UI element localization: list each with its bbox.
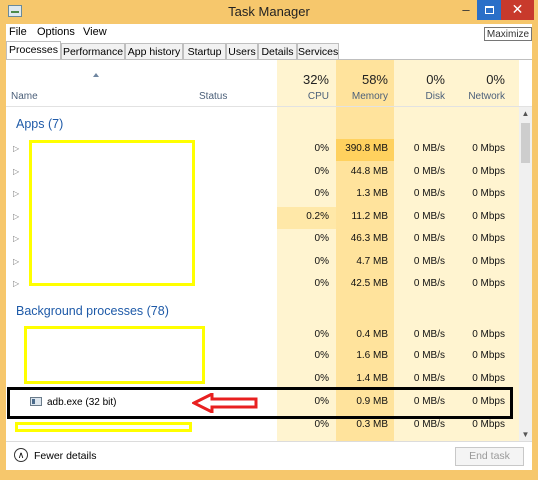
cpu-value: 0% xyxy=(314,255,329,267)
memory-value: 0.3 MB xyxy=(356,419,388,430)
cpu-value: 0% xyxy=(314,188,329,199)
disk-value: 0 MB/s xyxy=(413,143,445,154)
tab-details[interactable]: Details xyxy=(258,43,297,60)
network-value: 0 Mbps xyxy=(472,419,505,430)
memory-value: 42.5 MB xyxy=(350,278,388,289)
section-background-processes[interactable]: Background processes (78) xyxy=(16,304,169,318)
disk-total[interactable]: 0% xyxy=(398,72,445,87)
disk-value: 0 MB/s xyxy=(413,188,445,199)
title-bar[interactable]: Task Manager – ✕ xyxy=(0,0,538,24)
disk-value: 0 MB/s xyxy=(413,373,445,384)
memory-value: 1.4 MB xyxy=(356,373,388,384)
section-apps[interactable]: Apps (7) xyxy=(16,117,63,131)
disk-value: 0 MB/s xyxy=(413,233,445,244)
tab-app-history[interactable]: App history xyxy=(125,43,183,60)
memory-value: 0.4 MB xyxy=(356,329,388,340)
tab-processes[interactable]: Processes xyxy=(6,41,61,60)
redaction-box-apps xyxy=(29,140,195,286)
header-divider xyxy=(6,106,532,107)
menu-options[interactable]: Options xyxy=(37,26,75,38)
tab-users[interactable]: Users xyxy=(226,43,258,60)
end-task-button[interactable]: End task xyxy=(455,447,524,466)
memory-value: 4.7 MB xyxy=(356,255,388,267)
column-header-name[interactable]: Name xyxy=(11,91,38,102)
maximize-icon xyxy=(484,6,494,14)
network-value: 0 Mbps xyxy=(472,143,505,154)
cpu-value: 0% xyxy=(314,233,329,244)
menu-bar: File Options View xyxy=(6,24,532,41)
memory-value: 1.6 MB xyxy=(356,350,388,361)
close-button[interactable]: ✕ xyxy=(501,0,534,20)
sort-ascending-icon[interactable] xyxy=(93,73,99,77)
network-value: 0 Mbps xyxy=(472,350,505,361)
memory-value: 390.8 MB xyxy=(345,143,388,154)
cpu-value: 0% xyxy=(314,350,329,361)
network-total[interactable]: 0% xyxy=(456,72,505,87)
disk-value: 0 MB/s xyxy=(413,329,445,340)
minimize-button[interactable]: – xyxy=(455,0,477,20)
column-header-cpu[interactable]: CPU xyxy=(282,91,329,102)
expand-chevron-icon[interactable]: ▷ xyxy=(13,234,19,243)
memory-value: 44.8 MB xyxy=(350,165,388,177)
cpu-value: 0% xyxy=(314,278,329,289)
expand-chevron-icon[interactable]: ▷ xyxy=(13,189,19,198)
cpu-value: 0.2% xyxy=(306,210,329,222)
network-value: 0 Mbps xyxy=(472,278,505,289)
scrollbar-thumb[interactable] xyxy=(521,123,530,163)
close-icon: ✕ xyxy=(511,1,524,17)
tab-performance[interactable]: Performance xyxy=(61,43,125,60)
cpu-value: 0% xyxy=(314,143,329,154)
column-header-network[interactable]: Network xyxy=(456,91,505,102)
memory-total[interactable]: 58% xyxy=(340,72,388,87)
network-value: 0 Mbps xyxy=(472,233,505,244)
memory-value: 46.3 MB xyxy=(350,233,388,244)
chevron-up-icon[interactable]: ∧ xyxy=(14,448,28,462)
vertical-scrollbar[interactable]: ▲ ▼ xyxy=(519,107,532,441)
processes-panel: Name Status 32% CPU 58% Memory 0% Disk 0… xyxy=(6,59,532,441)
network-value: 0 Mbps xyxy=(472,329,505,340)
menu-view[interactable]: View xyxy=(83,26,107,38)
network-value: 0 Mbps xyxy=(472,373,505,384)
disk-value: 0 MB/s xyxy=(413,278,445,289)
redaction-box-background xyxy=(24,326,205,384)
fewer-details-link[interactable]: Fewer details xyxy=(34,450,96,462)
network-value: 0 Mbps xyxy=(472,165,505,177)
column-header-memory[interactable]: Memory xyxy=(340,91,388,102)
scroll-up-icon[interactable]: ▲ xyxy=(519,107,532,121)
disk-value: 0 MB/s xyxy=(413,255,445,267)
highlight-box-adb xyxy=(7,387,513,419)
annotation-arrow-icon xyxy=(192,393,258,413)
tab-services[interactable]: Services xyxy=(297,43,339,60)
disk-value: 0 MB/s xyxy=(413,350,445,361)
expand-chevron-icon[interactable]: ▷ xyxy=(13,257,19,266)
task-manager-window: Task Manager – ✕ File Options View Maxim… xyxy=(0,0,538,480)
tab-startup[interactable]: Startup xyxy=(183,43,226,60)
cpu-value: 0% xyxy=(314,373,329,384)
cpu-value: 0% xyxy=(314,165,329,177)
expand-chevron-icon[interactable]: ▷ xyxy=(13,144,19,153)
redaction-box-last-row xyxy=(15,422,192,432)
cpu-total[interactable]: 32% xyxy=(282,72,329,87)
column-header-disk[interactable]: Disk xyxy=(398,91,445,102)
cpu-value: 0% xyxy=(314,419,329,430)
footer-bar: ∧ Fewer details End task xyxy=(6,441,532,470)
memory-value: 11.2 MB xyxy=(351,210,389,222)
menu-file[interactable]: File xyxy=(9,26,27,38)
scroll-down-icon[interactable]: ▼ xyxy=(519,428,532,441)
network-value: 0 Mbps xyxy=(472,188,505,199)
expand-chevron-icon[interactable]: ▷ xyxy=(13,212,19,221)
maximize-button[interactable] xyxy=(477,0,501,20)
disk-value: 0 MB/s xyxy=(413,419,445,430)
maximize-tooltip: Maximize xyxy=(484,27,532,41)
column-header-status[interactable]: Status xyxy=(199,91,227,102)
disk-value: 0 MB/s xyxy=(413,210,445,222)
expand-chevron-icon[interactable]: ▷ xyxy=(13,279,19,288)
tab-bar: Processes Performance App history Startu… xyxy=(6,41,532,60)
expand-chevron-icon[interactable]: ▷ xyxy=(13,167,19,176)
disk-value: 0 MB/s xyxy=(413,165,445,177)
memory-value: 1.3 MB xyxy=(356,188,388,199)
network-value: 0 Mbps xyxy=(472,255,505,267)
cpu-value: 0% xyxy=(314,329,329,340)
network-value: 0 Mbps xyxy=(472,210,505,222)
